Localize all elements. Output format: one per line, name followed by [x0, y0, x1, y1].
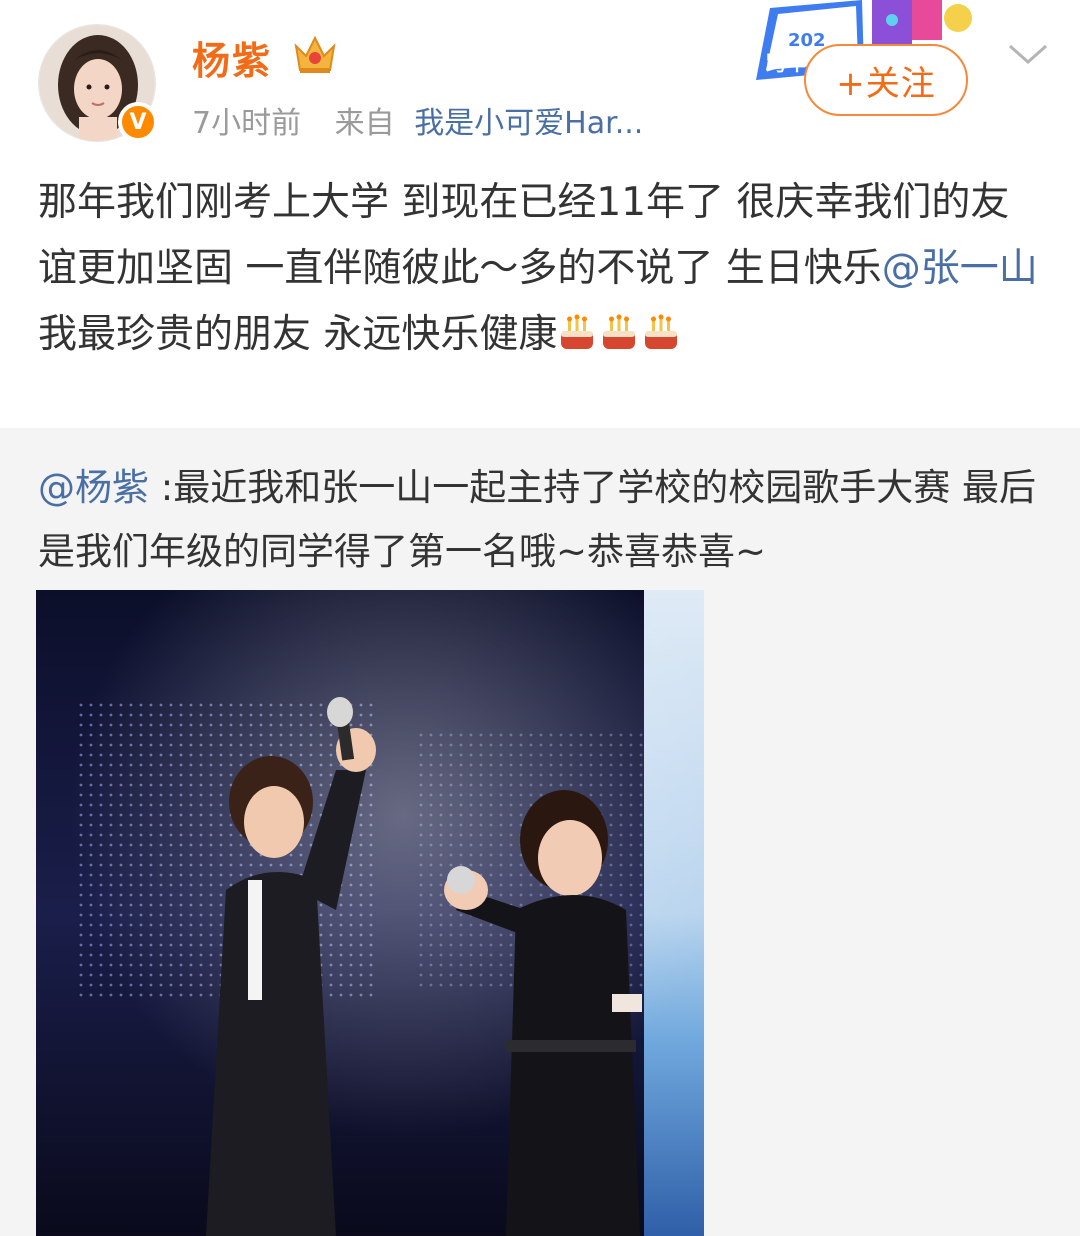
banner-text-bottom: 跨年: [766, 51, 806, 75]
cake-icon: [599, 308, 639, 349]
mention-link[interactable]: @张一山: [882, 246, 1038, 291]
post-time: 7小时前: [192, 106, 302, 141]
repost-photo[interactable]: [36, 590, 704, 1236]
post-text: 那年我们刚考上大学 到现在已经11年了 很庆幸我们的友谊更加坚固 一直伴随彼此～…: [38, 170, 1048, 368]
post-text-part1: 那年我们刚考上大学 到现在已经11年了 很庆幸我们的友谊更加坚固 一直伴随彼此～…: [38, 180, 1010, 291]
verified-badge: V: [118, 102, 158, 142]
post-text-part2: 我最珍贵的朋友 永远快乐健康: [38, 312, 558, 357]
crown-icon: [292, 32, 338, 76]
cake-icon: [557, 308, 597, 349]
post-meta: 7小时前 来自 我是小可爱Har...: [192, 98, 643, 142]
username[interactable]: 杨紫: [192, 30, 272, 85]
avatar[interactable]: V: [38, 24, 158, 142]
banner-text-top: 202: [788, 30, 826, 51]
chevron-down-icon[interactable]: [1004, 38, 1052, 70]
repost-mention-link[interactable]: @杨紫: [38, 466, 149, 509]
repost-body: :最近我和张一山一起主持了学校的校园歌手大赛 最后是我们年级的同学得了第一名哦~…: [38, 466, 1036, 573]
follow-button[interactable]: +关注: [804, 44, 968, 116]
repost-text: @杨紫 :最近我和张一山一起主持了学校的校园歌手大赛 最后是我们年级的同学得了第…: [38, 456, 1048, 584]
post-source[interactable]: 我是小可爱Har...: [414, 106, 643, 141]
post-header: V 杨紫 7小时前 来自 我是小可爱Har... 202 跨年 +关注: [0, 0, 1080, 160]
repost-card[interactable]: @杨紫 :最近我和张一山一起主持了学校的校园歌手大赛 最后是我们年级的同学得了第…: [0, 428, 1080, 1236]
cake-icon: [641, 308, 681, 349]
from-label: 来自: [334, 106, 395, 141]
